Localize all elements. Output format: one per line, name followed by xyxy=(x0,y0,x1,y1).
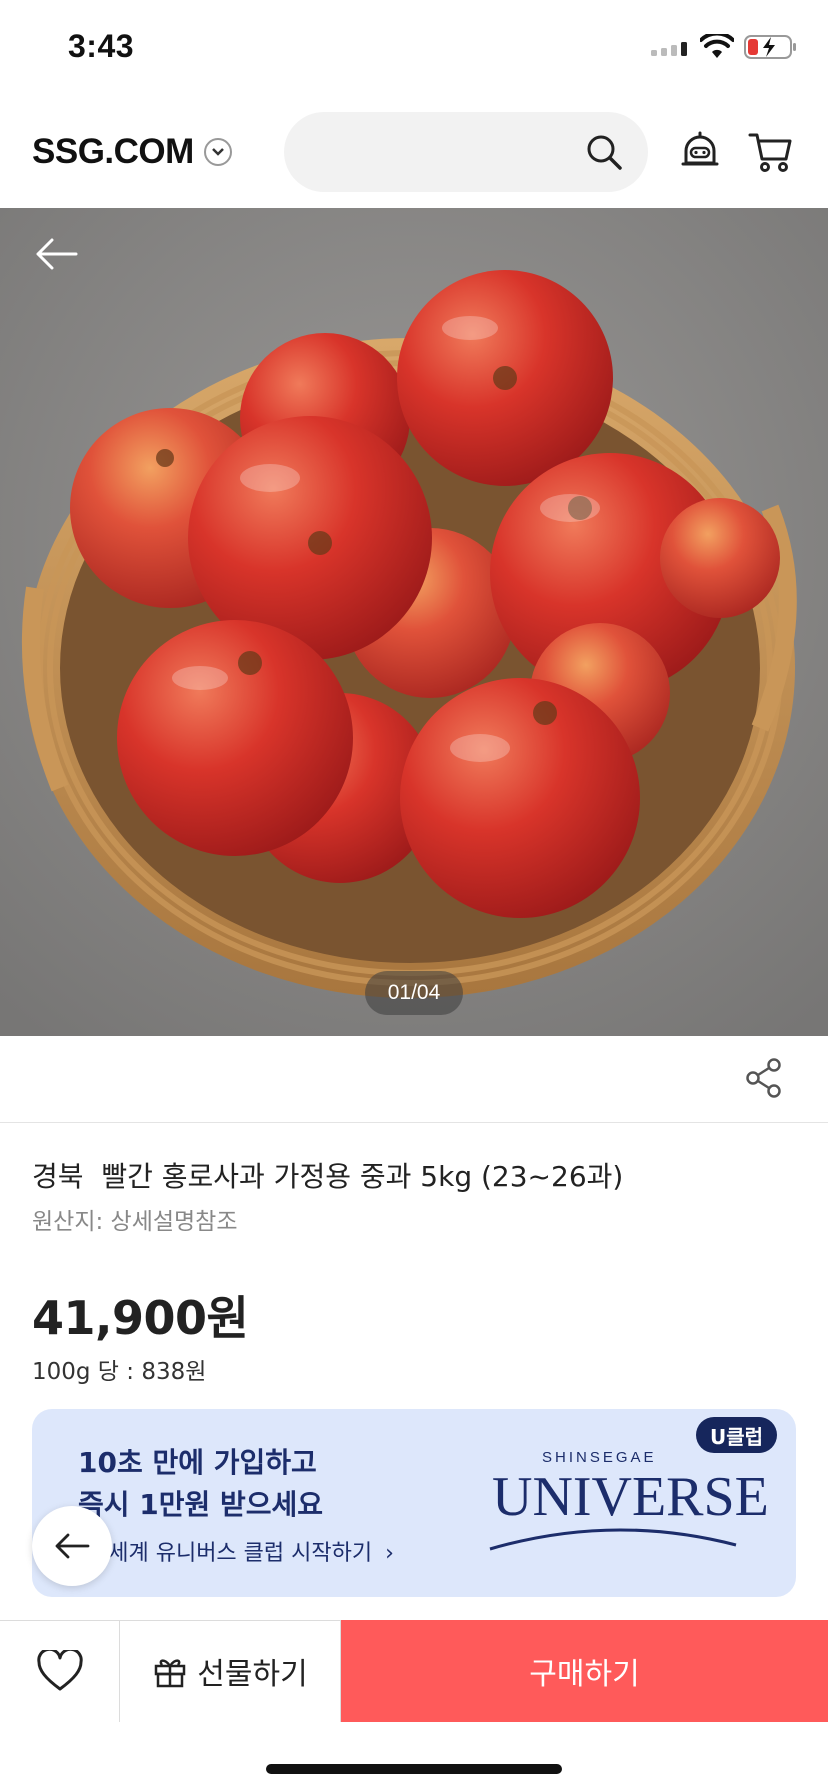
gift-icon xyxy=(155,1659,186,1688)
bell-icon[interactable] xyxy=(680,131,720,177)
apple-basket-illustration xyxy=(0,208,828,1036)
gift-label: 선물하기 xyxy=(197,1657,308,1692)
image-counter: 01/04 xyxy=(365,971,463,1015)
logo-text: SSG.COM xyxy=(32,132,194,171)
banner-headline-1: 10초 만에 가입하고 xyxy=(78,1446,317,1479)
unit-price: 100g 당 : 838원 xyxy=(32,1359,207,1385)
home-indicator xyxy=(266,1764,562,1774)
buy-label: 구매하기 xyxy=(529,1657,640,1692)
share-icon[interactable] xyxy=(744,1057,784,1103)
chevron-down-icon[interactable] xyxy=(203,138,232,166)
divider xyxy=(0,1122,828,1123)
site-logo[interactable]: SSG.COM xyxy=(32,132,232,172)
banner-cta-label: 신세계 유니버스 클럽 시작하기 xyxy=(88,1541,373,1566)
brand-universe: UNIVERSE xyxy=(492,1466,769,1528)
product-title: 경북 빨간 홍로사과 가정용 중과 5kg (23~26과) xyxy=(32,1160,624,1193)
swoosh-decoration xyxy=(489,1528,737,1551)
product-image[interactable] xyxy=(0,208,828,1036)
arrow-left-icon xyxy=(55,1533,90,1559)
product-price: 41,900원 xyxy=(32,1291,249,1345)
brand-shinsegae: SHINSEGAE xyxy=(542,1449,657,1466)
status-icons xyxy=(650,34,798,60)
heart-icon xyxy=(36,1650,83,1691)
cart-icon[interactable] xyxy=(748,131,792,177)
cellular-signal-icon xyxy=(651,42,687,56)
uclub-badge: U클럽 xyxy=(696,1417,778,1453)
universe-club-banner[interactable]: 10초 만에 가입하고 즉시 1만원 받으세요 신세계 유니버스 클럽 시작하기… xyxy=(32,1409,796,1597)
wifi-icon xyxy=(700,34,734,58)
buy-button[interactable]: 구매하기 xyxy=(341,1620,828,1722)
back-arrow-icon[interactable] xyxy=(34,236,78,276)
chevron-right-icon: › xyxy=(385,1541,394,1566)
banner-headline-2: 즉시 1만원 받으세요 xyxy=(78,1488,324,1521)
search-icon[interactable] xyxy=(585,133,623,175)
product-origin: 원산지: 상세설명참조 xyxy=(32,1209,238,1235)
wishlist-button[interactable] xyxy=(0,1620,120,1722)
banner-cta-link[interactable]: 신세계 유니버스 클럽 시작하기 › xyxy=(88,1535,394,1567)
uclub-badge-label: U클럽 xyxy=(710,1424,764,1449)
status-time: 3:43 xyxy=(68,28,135,64)
battery-charging-icon xyxy=(744,35,796,59)
floating-back-button[interactable] xyxy=(32,1506,112,1586)
gift-button[interactable]: 선물하기 xyxy=(121,1620,341,1722)
